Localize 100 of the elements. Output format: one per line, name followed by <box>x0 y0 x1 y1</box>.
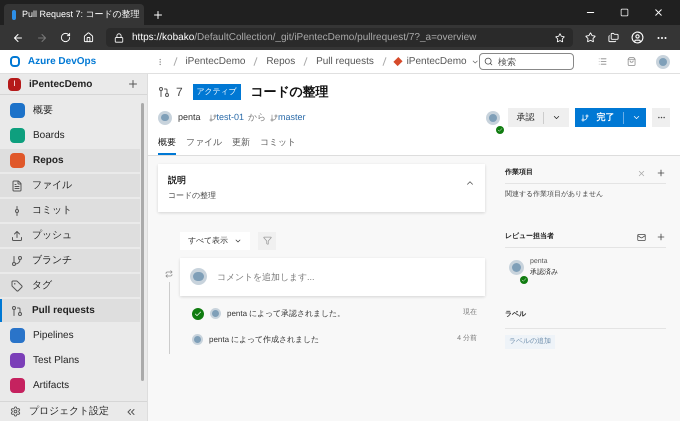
breadcrumb-link[interactable]: iPentecDemo <box>185 54 246 69</box>
repo-icon <box>393 56 402 66</box>
approved-icon <box>496 126 504 134</box>
nav-label: ファイル <box>32 179 72 194</box>
service-icon <box>10 153 25 168</box>
tag-icon <box>11 280 23 292</box>
breadcrumb-link[interactable]: Repos <box>266 54 296 69</box>
approved-icon <box>192 308 204 320</box>
filter-dropdown[interactable]: すべて表示 <box>180 232 250 250</box>
profile-icon[interactable] <box>631 31 644 44</box>
pr-title: コードの整理 <box>250 83 329 101</box>
caret-icon <box>632 113 640 122</box>
tab[interactable]: 概要 <box>158 136 176 155</box>
service-icon <box>10 128 25 144</box>
target-branch[interactable]: master <box>278 110 306 124</box>
nav-item[interactable]: ファイル <box>0 174 140 198</box>
branch-icon <box>208 114 217 122</box>
nav-label: Pull requests <box>32 304 95 318</box>
nav-item[interactable]: Pull requests <box>0 299 140 322</box>
add-icon[interactable] <box>656 232 666 242</box>
tab-title: Pull Request 7: コードの整理 <box>22 8 140 21</box>
service-icon <box>10 378 25 394</box>
new-tab-icon[interactable] <box>152 9 164 21</box>
breadcrumb-link[interactable]: iPentecDemo <box>406 54 467 69</box>
add-icon[interactable] <box>656 168 666 178</box>
nav-label: 概要 <box>33 104 53 118</box>
tab[interactable]: ファイル <box>186 136 222 155</box>
nav-item[interactable]: ブランチ <box>0 249 140 272</box>
nav-item[interactable]: Pipelines <box>0 324 140 348</box>
avatar-icon <box>192 334 203 345</box>
author-name[interactable]: penta <box>178 110 201 124</box>
timeline-text: penta によって承認されました。 <box>227 308 346 320</box>
file-icon <box>11 180 23 192</box>
pr-number: 7 <box>176 84 183 101</box>
nav-label: ブランチ <box>32 254 72 268</box>
nav-item[interactable]: プッシュ <box>0 224 140 248</box>
back-icon[interactable] <box>12 32 24 44</box>
pull-request-icon <box>158 86 170 98</box>
branch-icon <box>11 254 23 267</box>
avatar-icon <box>509 260 524 275</box>
nav-label: コミット <box>32 204 72 218</box>
branch-icon <box>270 114 278 122</box>
product-name[interactable]: Azure DevOps <box>28 54 96 69</box>
maximize-icon[interactable] <box>620 8 629 17</box>
complete-button[interactable]: 完了 <box>575 108 646 127</box>
nav-item[interactable]: 概要 <box>0 99 140 122</box>
nav-label: Pipelines <box>33 329 74 344</box>
scrollbar[interactable] <box>141 103 144 382</box>
nav-label: Artifacts <box>33 379 70 394</box>
mail-icon[interactable] <box>637 232 646 242</box>
description-heading: 説明 <box>168 174 187 187</box>
lock-icon <box>114 32 124 42</box>
browser-tab[interactable]: Pull Request 7: コードの整理 <box>4 4 144 25</box>
address-bar[interactable]: https://kobako/DefaultCollection/_git/iPentecDemo/pullrequest/7?_a=overview <box>106 28 573 47</box>
upload-icon <box>11 230 23 242</box>
nav-label: プッシュ <box>32 228 72 244</box>
nav-label: Boards <box>33 129 65 144</box>
tab[interactable]: 更新 <box>232 136 250 155</box>
source-branch[interactable]: test-01 <box>216 110 244 124</box>
reviewer-avatar <box>486 110 500 125</box>
home-icon[interactable] <box>83 32 94 43</box>
avatar-icon <box>210 308 221 319</box>
from-text: から <box>248 110 266 124</box>
caret-icon <box>552 113 560 122</box>
user-avatar <box>656 54 670 69</box>
nav-item[interactable]: Test Plans <box>0 349 140 372</box>
timeline-text: penta によって作成されました <box>209 334 320 346</box>
add-icon[interactable] <box>127 78 139 90</box>
project-name[interactable]: iPentecDemo <box>29 76 127 92</box>
nav-item[interactable]: コミット <box>0 199 140 222</box>
settings-icon[interactable] <box>10 406 21 418</box>
description-text: コードの整理 <box>168 190 217 202</box>
nav-item[interactable]: タグ <box>0 274 140 298</box>
approve-button[interactable]: 承認 <box>508 108 569 127</box>
filter-button[interactable] <box>258 232 276 250</box>
star-icon[interactable] <box>555 32 565 42</box>
service-icon <box>10 103 25 118</box>
search-field[interactable]: 検索 <box>478 53 574 70</box>
project-badge: I <box>8 78 21 91</box>
close-window-icon[interactable] <box>653 7 664 18</box>
nav-label: タグ <box>32 279 52 294</box>
bag-icon[interactable] <box>626 56 636 67</box>
nav-item[interactable]: Artifacts <box>0 374 140 398</box>
comment-field[interactable]: コメントを追加します... <box>180 258 485 296</box>
tab[interactable]: コミット <box>260 136 296 155</box>
collections-icon[interactable] <box>608 32 619 43</box>
list-icon[interactable] <box>598 56 607 67</box>
nav-item[interactable]: Repos <box>0 149 140 172</box>
nav-label: Test Plans <box>33 354 80 368</box>
pull-request-icon <box>11 304 23 317</box>
forward-icon[interactable] <box>36 32 48 44</box>
avatar-icon <box>158 110 172 124</box>
timeline-line <box>168 282 170 354</box>
reload-icon[interactable] <box>60 32 71 43</box>
breadcrumb-link[interactable]: Pull requests <box>316 54 374 69</box>
nav-item[interactable]: Boards <box>0 124 140 148</box>
service-icon <box>10 328 25 344</box>
favorites-icon[interactable] <box>585 32 596 43</box>
settings-link[interactable]: プロジェクト設定 <box>29 404 125 420</box>
search-icon <box>484 57 493 66</box>
